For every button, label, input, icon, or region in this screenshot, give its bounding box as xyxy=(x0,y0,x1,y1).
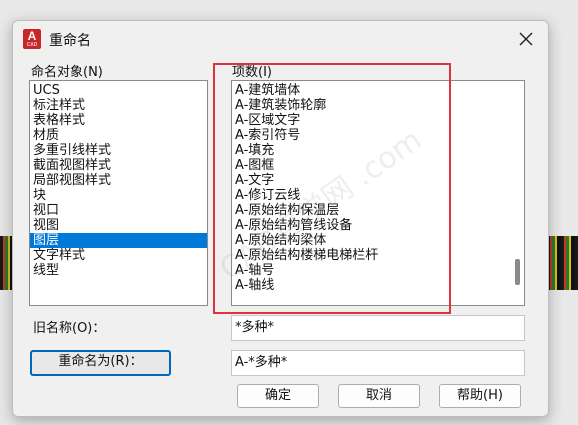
background-drawing-right xyxy=(547,236,578,290)
layer-item[interactable]: A-修订云线 xyxy=(232,188,524,203)
scrollbar-thumb[interactable] xyxy=(515,259,520,285)
named-object-item[interactable]: 块 xyxy=(30,188,207,203)
layer-item[interactable]: A-原始结构楼梯电梯栏杆 xyxy=(232,248,524,263)
named-object-item[interactable]: 局部视图样式 xyxy=(30,173,207,188)
items-list-scrollbar[interactable] xyxy=(514,83,522,303)
layer-item[interactable]: A-建筑墙体 xyxy=(232,83,524,98)
named-object-item[interactable]: 线型 xyxy=(30,263,207,278)
items-label: 项数(I) xyxy=(232,65,272,80)
rename-to-button[interactable]: 重命名为(R)： xyxy=(30,350,171,376)
named-object-item[interactable]: 材质 xyxy=(30,128,207,143)
named-object-item[interactable]: 视图 xyxy=(30,218,207,233)
named-objects-label: 命名对象(N) xyxy=(31,65,103,80)
layer-item[interactable]: A-原始结构保温层 xyxy=(232,203,524,218)
old-name-field[interactable]: *多种* xyxy=(231,315,525,341)
layer-item[interactable]: A-文字 xyxy=(232,173,524,188)
layer-item[interactable]: A-区域文字 xyxy=(232,113,524,128)
named-object-item[interactable]: 多重引线样式 xyxy=(30,143,207,158)
old-name-label: 旧名称(O)： xyxy=(33,321,106,336)
background-drawing-left xyxy=(0,236,12,290)
cancel-button[interactable]: 取消 xyxy=(338,384,420,408)
named-object-item[interactable]: 截面视图样式 xyxy=(30,158,207,173)
rename-to-field[interactable]: A-*多种* xyxy=(231,350,525,376)
dialog-title: 重命名 xyxy=(49,33,91,49)
named-object-item[interactable]: 图层 xyxy=(30,233,207,248)
layer-item[interactable]: A-填充 xyxy=(232,143,524,158)
named-object-item[interactable]: 标注样式 xyxy=(30,98,207,113)
layer-item[interactable]: A-索引符号 xyxy=(232,128,524,143)
named-object-item[interactable]: 视口 xyxy=(30,203,207,218)
named-object-item[interactable]: 文字样式 xyxy=(30,248,207,263)
close-button[interactable] xyxy=(514,27,538,51)
help-button[interactable]: 帮助(H) xyxy=(439,384,521,408)
named-object-item[interactable]: 表格样式 xyxy=(30,113,207,128)
layer-item[interactable]: A-原始结构梁体 xyxy=(232,233,524,248)
items-list[interactable]: A-建筑墙体 A-建筑装饰轮廓 A-区域文字 A-索引符号 A-填充 A-图框 A-文字 A-… xyxy=(231,80,525,306)
named-object-item[interactable]: UCS xyxy=(30,83,207,98)
layer-item[interactable]: A-原始结构管线设备 xyxy=(232,218,524,233)
ok-button[interactable]: 确定 xyxy=(237,384,319,408)
layer-item[interactable]: A-建筑装饰轮廓 xyxy=(232,98,524,113)
title-bar: A CAD 重命名 xyxy=(13,21,548,57)
layer-item[interactable]: A-轴线 xyxy=(232,278,524,293)
layer-item[interactable]: A-轴号 xyxy=(232,263,524,278)
layer-item[interactable]: A-图框 xyxy=(232,158,524,173)
autocad-app-icon: A CAD xyxy=(23,29,41,49)
named-objects-list[interactable]: UCS 标注样式 表格样式 材质 多重引线样式 截面视图样式 局部视图样式块视口 视图 图层 文字… xyxy=(29,80,208,306)
close-icon xyxy=(519,32,533,46)
